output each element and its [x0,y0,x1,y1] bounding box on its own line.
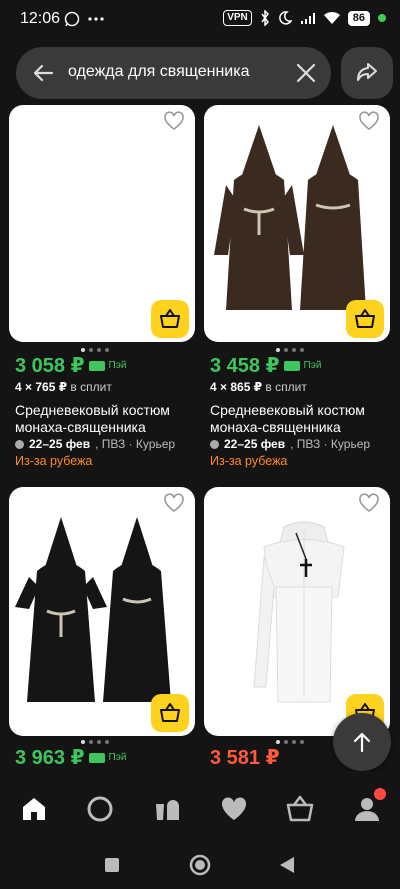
delivery-methods: , ПВЗ · Курьер [290,437,371,451]
favorite-heart-icon[interactable] [358,111,380,131]
arrow-up-icon [353,732,371,753]
cart-icon [286,795,314,822]
nav-alice[interactable] [83,792,117,826]
delivery-info: 22–25 фев , ПВЗ · Курьер [210,437,370,451]
split-info: 4 × 865 ₽ в сплит [210,380,307,394]
basket-icon [160,703,180,722]
system-navigation [0,847,400,889]
image-pagination [81,348,109,352]
product-price: 3 058 ₽ [15,355,85,377]
home-icon [23,798,45,820]
more-dots-icon [88,17,104,21]
favorite-heart-icon[interactable] [358,493,380,513]
pay-icon [88,752,105,763]
abroad-badge: Из-за рубежа [15,454,93,468]
favorites-icon [221,797,247,820]
image-pagination [276,740,304,744]
wifi-icon [323,11,340,24]
delivery-dot-icon [15,439,24,449]
split-amount: 4 × 765 ₽ [15,380,68,394]
clear-icon[interactable] [294,61,318,85]
pay-icon [283,360,300,371]
split-label: в сплит [265,380,307,394]
split-amount: 4 × 865 ₽ [210,380,263,394]
basket-icon [160,309,180,328]
delivery-methods: , ПВЗ · Курьер [95,437,176,451]
bottom-navigation [0,771,400,847]
alice-icon [87,796,113,822]
split-label: в сплит [70,380,112,394]
delivery-info: 22–25 фев , ПВЗ · Курьер [15,437,175,451]
split-info: 4 × 765 ₽ в сплит [15,380,112,394]
status-time: 12:06 [20,10,61,27]
nav-cart[interactable] [283,792,317,826]
signal-icon [300,13,315,24]
share-button[interactable] [341,47,393,99]
image-pagination [81,740,109,744]
pay-label: Пэй [108,360,127,371]
image-pagination [276,348,304,352]
nav-home[interactable] [17,792,51,826]
scroll-to-top-button[interactable] [333,713,391,771]
product-price: 3 963 ₽ [15,747,85,769]
favorite-heart-icon[interactable] [163,111,185,131]
product-title[interactable]: Средневековый костюм монаха-священника [210,402,390,436]
vpn-badge: VPN [223,10,252,26]
favorite-heart-icon[interactable] [163,493,185,513]
search-query[interactable]: одежда для священника [68,63,250,81]
bluetooth-icon [261,10,269,26]
back-arrow-icon[interactable] [30,60,56,86]
back-triangle-icon[interactable] [279,856,295,874]
delivery-dot-icon [210,439,219,449]
nav-catalog[interactable] [150,792,184,826]
search-bar[interactable]: одежда для священника [16,47,331,99]
pay-label: Пэй [108,752,127,763]
recents-icon[interactable] [104,857,120,873]
catalog-icon [156,800,179,820]
status-bar: 12:06 VPN 86 [0,0,400,40]
home-circle-icon[interactable] [189,854,211,876]
nav-profile[interactable] [350,788,386,826]
add-to-cart-button[interactable] [151,694,189,732]
notification-badge [374,788,386,800]
add-to-cart-button[interactable] [151,300,189,338]
product-card[interactable]: 3 458 ₽ Пэй 4 × 865 ₽ в сплит Средневеко… [204,105,390,475]
delivery-date: 22–25 фев [29,437,91,451]
moon-icon [278,11,292,25]
basket-icon [355,309,375,328]
product-price: 3 458 ₽ [210,355,280,377]
share-icon [357,63,377,81]
privacy-dot [378,14,386,22]
product-title[interactable]: Средневековый костюм монаха-священника [15,402,195,436]
add-to-cart-button[interactable] [346,300,384,338]
delivery-date: 22–25 фев [224,437,286,451]
whatsapp-icon [64,11,80,27]
product-price: 3 581 ₽ [210,747,280,769]
abroad-badge: Из-за рубежа [210,454,288,468]
battery-indicator: 86 [347,10,370,26]
product-card[interactable]: 3 963 ₽ Пэй [9,487,195,771]
product-card[interactable]: 3 058 ₽ Пэй 4 × 765 ₽ в сплит Средневеко… [9,105,195,475]
nav-favorites[interactable] [217,792,251,826]
pay-label: Пэй [303,360,322,371]
pay-icon [88,360,105,371]
